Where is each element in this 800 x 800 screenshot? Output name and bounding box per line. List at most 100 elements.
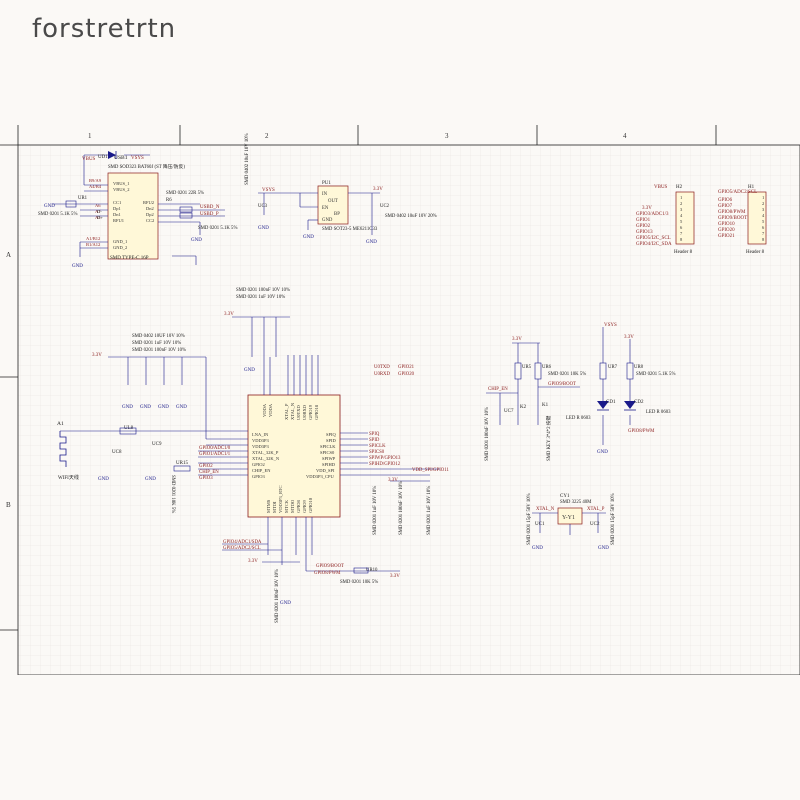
usb-pin-a1b12: A1/B12 [86, 236, 100, 241]
h2-pin-3: GPIO3/ADC1/3 [636, 212, 669, 217]
h1-pin-1: GPIO5/ADC2/SCL [718, 190, 757, 195]
usb-pin-b1a12: B1/A12 [86, 242, 100, 247]
mcu-gnd-5: GND [244, 368, 255, 373]
mcu-pin-u0rxd: U0RXD [302, 404, 307, 420]
h2-pin-1: VBUS [654, 185, 668, 190]
h1-title: Header 8 [746, 250, 765, 255]
mcu-net-vdd-spi: VDD_SPI/GPIO11 [412, 468, 449, 473]
mcu-pin-mtms: MTMS [266, 499, 271, 513]
ldo-pin-gnd: GND [322, 218, 333, 223]
mcu-right-cap-a: SMD 0201 1uF 10V 10% [373, 486, 378, 535]
ldo-cap-in-value: SMD 0402 10uF 10V 10% [245, 133, 250, 185]
mcu-pin-xtal32n: XTAL_32K_N [252, 456, 280, 461]
mcu-pin-gpio2: GPIO2 [252, 462, 265, 467]
ldo-33-net: 3.3V [373, 187, 383, 192]
reset-ur5: UR5 [522, 365, 532, 370]
h1-num-2: 2 [762, 201, 764, 206]
led-33-net: 3.3V [624, 335, 634, 340]
mcu-net-gpio1: GPIO1/ADC1/1 [199, 452, 231, 457]
usb-diode-ref: UD1 [98, 155, 108, 160]
ldo-cap-out-ref: UC2 [380, 204, 390, 209]
usb-ur4-value: SMD 0201 5.1K 5% [198, 226, 237, 231]
usb-pin-cc2: CC2 [146, 218, 154, 223]
crystal-cap-value-2: SMD 0201 15pF 50V 10% [611, 493, 616, 545]
usb-dp-net: USBD_P [200, 212, 219, 217]
mcu-net-spiwp: SPIWP/GPIO13 [369, 456, 401, 461]
column-1-label: 1 [88, 132, 92, 140]
h2-pin-7: GPIO5/I2C_SCL [636, 236, 671, 241]
mcu-net-spics0: SPICS0 [369, 450, 385, 455]
mcu-pin-chip-en: CHIP_EN [252, 468, 271, 473]
brand-watermark: forstretrtn [32, 14, 177, 44]
mcu-pin-xtal-p: XTAL_P [284, 403, 289, 420]
crystal-part: SMD 3225 40M [560, 500, 592, 505]
mcu-net-gpio5: GPIO5/ADC2/SCL [223, 546, 261, 551]
antenna-c9: UC9 [152, 442, 162, 447]
usb-pin-gnd1: GND_1 [113, 239, 127, 244]
usb-pin-dn1: Dn1 [113, 212, 121, 217]
antenna-c8: UC8 [112, 450, 122, 455]
usb-pin-rfu2: RFU2 [143, 200, 154, 205]
mcu-gnd-3: GND [158, 405, 169, 410]
mcu-pin-xtal-n: XTAL_N [290, 402, 295, 420]
h1-pin-3: GPIO7 [718, 204, 733, 209]
usb-vsys-net: VSYS [131, 156, 144, 161]
h2-title: Header 8 [674, 250, 693, 255]
mcu-net-spiq: SPIQ [369, 432, 380, 437]
led-vsys-net: VSYS [604, 323, 617, 328]
mcu-pin-gpio18: GPIO18 [314, 404, 319, 420]
usb-part: SMD TYPE-C 16P [110, 256, 149, 261]
led-r-value: SMD 0201 5.1K 5% [636, 372, 675, 377]
reset-chip-en-net: CHIP_EN [488, 387, 508, 392]
usb-series-r: SMD 0201 22R 5% [166, 191, 204, 196]
mcu-pin-gpio10: GPIO10 [308, 497, 313, 513]
ldo-cap-in-ref: UC3 [258, 204, 268, 209]
usb-dminus-label: D- [97, 209, 102, 214]
column-2-label: 2 [265, 132, 269, 140]
mcu-right-33: 3.3V [388, 478, 398, 483]
ldo-ref: PU1 [322, 181, 331, 186]
mcu-pin-mtck: MTCK [284, 499, 289, 513]
led-part-1: LED R 0603 [566, 416, 591, 421]
antenna-label: WIFI天线 [58, 474, 79, 481]
mcu-pin-vdda-a: VDDA [262, 403, 267, 417]
mcu-caps-note-1: SMD 0201 100nF 10V 10% [236, 288, 290, 293]
usb-dplus-label: D+ [97, 215, 103, 220]
mcu-pin-gpio3: GPIO3 [252, 474, 266, 479]
h2-pin-4: GPIO1 [636, 218, 651, 223]
mcu-right-cap-b: SMD 0201 100nF 10V 10% [399, 481, 404, 535]
mcu-gnd-4: GND [176, 405, 187, 410]
mcu-net-spiclk: SPICLK [369, 444, 386, 449]
mcu-uart-gpio21: GPIO21 [398, 365, 415, 370]
antenna-ref: A1 [57, 421, 64, 427]
mcu-pin-mtdi: MTDI [272, 501, 277, 513]
mcu-pin-gpio8: GPIO8 [296, 499, 301, 513]
usb-r-value: SMD 0201 5.1K 5% [38, 212, 77, 217]
mcu-net-chip-en: CHIP_EN [199, 470, 219, 475]
led-cd2: CD2 [634, 400, 644, 405]
crystal-uc2: UC2 [590, 522, 600, 527]
usb-pin-dn2: Dn2 [146, 206, 154, 211]
led-gpio-net: GPIO8/PWM [628, 429, 655, 434]
usb-vbus-net: VBUS [82, 157, 96, 162]
usb-r6-ref: R6 [166, 198, 172, 203]
mcu-pin-spiwp: SPIWP [322, 456, 336, 461]
mcu-pin-xtal32p: XTAL_32K_P [252, 450, 279, 455]
reset-key-part: SMD KEY 3*4*2 按键 [545, 416, 552, 461]
mcu-pin-vdd-spi: VDD_SPI [316, 468, 335, 473]
usb-dn-net: USBD_N [200, 205, 220, 210]
mcu-net-gpio9-boot: GPIO9/BOOT [316, 564, 344, 569]
reset-ur6: UR6 [542, 365, 552, 370]
antenna-gnd-1: GND [98, 477, 109, 482]
mcu-pin-vdd3p3-b: VDD3P3 [252, 444, 270, 449]
usb-pin-b9a9: B9/A9 [89, 178, 102, 183]
h1-pin-2: GPIO6 [718, 198, 733, 203]
h2-pin-6: GPIO13 [636, 230, 653, 235]
mcu-gnd-6: GND [280, 601, 291, 606]
mcu-net-gpio4: GPIO4/ADC1/SDA [223, 540, 262, 545]
h2-num-2: 2 [680, 201, 682, 206]
h2-pin-2: 3.3V [642, 206, 652, 211]
schematic-sheet: 1 2 3 4 A B USB1 SMD TYPE-C 16P VBUS_1 V… [0, 125, 800, 675]
mcu-bottom-cap-note: SMD 0201 100nF 10V 10% [275, 569, 280, 623]
mcu-left-33: 3.3V [92, 353, 102, 358]
